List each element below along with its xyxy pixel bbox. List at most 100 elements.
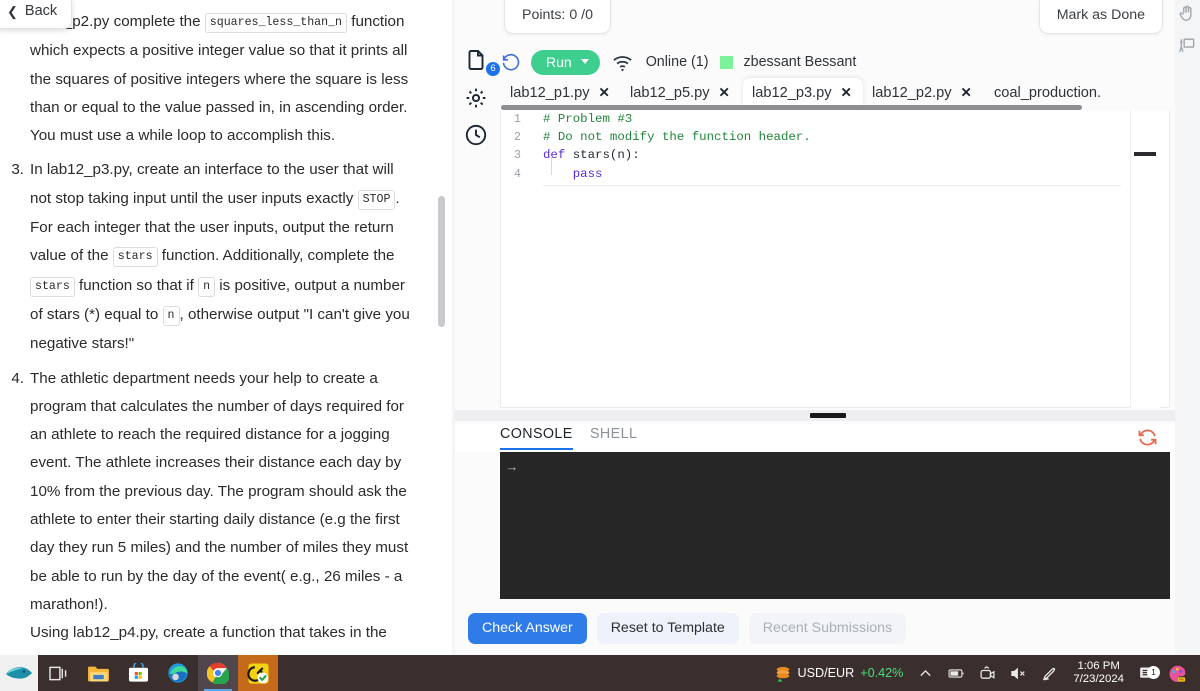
action-buttons: Check Answer Reset to Template Recent Su… — [468, 612, 907, 644]
instructions-scrollbar-thumb[interactable] — [438, 196, 445, 327]
code-line[interactable]: 1 # Problem #3 — [501, 110, 1169, 128]
files-icon[interactable]: 6 — [464, 48, 500, 76]
instructions-scrollbar[interactable] — [438, 0, 445, 655]
svg-text:PRI: PRI — [1179, 677, 1184, 681]
file-tab-lab12-p1-py[interactable]: lab12_p1.py ✕ — [501, 78, 621, 108]
file-tabs: lab12_p1.py ✕ lab12_p5.py ✕ lab12_p3.py ✕ lab1… — [501, 78, 1200, 108]
chrome-browser-icon[interactable] — [198, 655, 238, 691]
code-text[interactable]: # Problem #3 — [529, 112, 632, 126]
console-tab-bar: CONSOLE SHELL — [455, 424, 1200, 452]
file-tab-coal-production-[interactable]: coal_production. — [985, 78, 1125, 108]
check-answer-button[interactable]: Check Answer — [468, 612, 587, 644]
line-number: 4 — [513, 166, 521, 181]
instructions-list: ab12_p2.py complete the squares_less_tha… — [8, 8, 410, 655]
ide-icon-rail: 6 — [455, 44, 500, 655]
ide-toolbar: Run Online (1) zbessant Bessant — [501, 48, 1200, 76]
inline-code: stars — [112, 247, 158, 268]
code-token: # Problem #3 — [543, 112, 633, 127]
tab-shell[interactable]: SHELL — [590, 426, 637, 448]
console-output[interactable]: → — [500, 452, 1170, 599]
file-tab-lab12-p3-py[interactable]: lab12_p3.py ✕ — [743, 78, 863, 108]
code-line[interactable]: 2 # Do not modify the function header. — [501, 128, 1169, 146]
points-badge: Points: 0 /0 — [504, 0, 611, 34]
close-icon[interactable]: ✕ — [841, 85, 852, 101]
instruction-item: ab12_p2.py complete the squares_less_tha… — [8, 8, 410, 150]
close-icon[interactable]: ✕ — [961, 85, 972, 101]
volume-muted-icon[interactable] — [1003, 655, 1034, 691]
microsoft-store-icon[interactable] — [118, 655, 158, 691]
code-token: # Do not modify the function header. — [543, 130, 811, 145]
mark-as-done-button[interactable]: Mark as Done — [1038, 0, 1163, 34]
indent-guide — [551, 156, 552, 175]
files-badge: 6 — [486, 62, 500, 76]
tabs-scrollbar[interactable] — [501, 105, 1082, 110]
clock-time: 1:06 PM — [1077, 659, 1120, 672]
stock-label: USD/EUR — [797, 666, 855, 680]
line-number: 2 — [513, 130, 521, 145]
code-text[interactable]: # Do not modify the function header. — [529, 130, 811, 144]
minimap-marker — [1134, 152, 1156, 156]
editor-minimap[interactable] — [1130, 110, 1160, 408]
instruction-item: 3. In lab12_p3.py, create an interface to… — [8, 156, 410, 358]
inline-code: stars — [30, 276, 75, 297]
instruction-number — [8, 8, 30, 150]
instruction-number: 3. — [11, 161, 24, 179]
inline-code: n — [198, 276, 216, 297]
instruction-text: The athletic department needs your help … — [30, 365, 410, 655]
back-button[interactable]: ❮ Back — [0, 0, 73, 29]
pen-icon[interactable] — [1034, 655, 1065, 691]
camera-icon[interactable] — [972, 655, 1003, 691]
hand-pan-icon[interactable] — [1177, 4, 1196, 23]
code-editor[interactable]: 1 # Problem #3 2 # Do not modify the functi… — [500, 110, 1170, 408]
code-token: def — [543, 148, 566, 163]
file-tab-label: coal_production. — [994, 85, 1102, 101]
file-tab-label: lab12_p1.py — [510, 85, 590, 101]
zybooks-app-icon[interactable] — [238, 655, 278, 691]
splitter-handle[interactable] — [809, 413, 846, 418]
paint-3d-icon[interactable]: PRI — [1161, 655, 1194, 691]
instructions-content: ab12_p2.py complete the squares_less_tha… — [0, 0, 440, 655]
presenter-screen-icon[interactable] — [1177, 36, 1196, 55]
reset-to-template-button[interactable]: Reset to Template — [596, 612, 739, 644]
code-text[interactable]: pass — [529, 167, 603, 181]
file-tab-lab12-p2-py[interactable]: lab12_p2.py ✕ — [863, 78, 985, 108]
user-name-label: zbessant Bessant — [743, 54, 857, 70]
right-edge-rail — [1175, 0, 1200, 655]
instruction-text: In lab12_p3.py, create an interface to t… — [30, 161, 410, 353]
code-line[interactable]: 4 pass — [501, 165, 1169, 183]
run-button[interactable]: Run — [531, 49, 600, 75]
file-explorer-icon[interactable] — [78, 655, 118, 691]
recent-submissions-button[interactable]: Recent Submissions — [748, 612, 907, 644]
code-editor-lines[interactable]: 1 # Problem #3 2 # Do not modify the functi… — [501, 110, 1169, 407]
gear-icon[interactable] — [464, 86, 488, 110]
run-button-label: Run — [546, 53, 572, 70]
undo-history-icon[interactable] — [501, 52, 521, 72]
file-tab-label: lab12_p5.py — [630, 85, 710, 101]
tab-console[interactable]: CONSOLE — [500, 426, 573, 450]
file-tab-lab12-p5-py[interactable]: lab12_p5.py ✕ — [621, 78, 743, 108]
close-icon[interactable]: ✕ — [599, 85, 610, 101]
edge-browser-icon[interactable] — [158, 655, 198, 691]
stock-widget[interactable]: USD/EUR +0.42% — [766, 655, 911, 691]
code-text[interactable]: def stars(n): — [529, 148, 640, 162]
editor-console-splitter[interactable] — [455, 410, 1200, 421]
battery-icon[interactable] — [941, 655, 972, 691]
file-tab-label: lab12_p3.py — [752, 85, 832, 101]
current-line-underline — [543, 185, 1121, 186]
code-line[interactable]: 3 def stars(n): — [501, 146, 1169, 164]
line-number: 3 — [513, 148, 521, 163]
system-tray: USD/EUR +0.42% 1:06 PM 7/23/2024 1 PRI — [766, 655, 1200, 691]
chevron-up-icon[interactable] — [910, 655, 941, 691]
notification-center-button[interactable]: 1 — [1132, 665, 1161, 682]
clock-widget[interactable]: 1:06 PM 7/23/2024 — [1065, 660, 1132, 687]
online-status-label: Online (1) — [645, 54, 709, 70]
chevron-down-icon[interactable] — [580, 59, 589, 64]
notification-count-badge: 1 — [1147, 665, 1160, 679]
close-icon[interactable]: ✕ — [719, 85, 730, 101]
task-view-icon[interactable] — [38, 655, 78, 691]
clock-icon[interactable] — [464, 123, 488, 147]
fish-logo-icon[interactable] — [0, 655, 38, 691]
clock-date: 7/23/2024 — [1073, 673, 1124, 685]
instruction-text: ab12_p2.py complete the squares_less_tha… — [30, 13, 409, 145]
refresh-icon[interactable] — [1137, 427, 1158, 448]
